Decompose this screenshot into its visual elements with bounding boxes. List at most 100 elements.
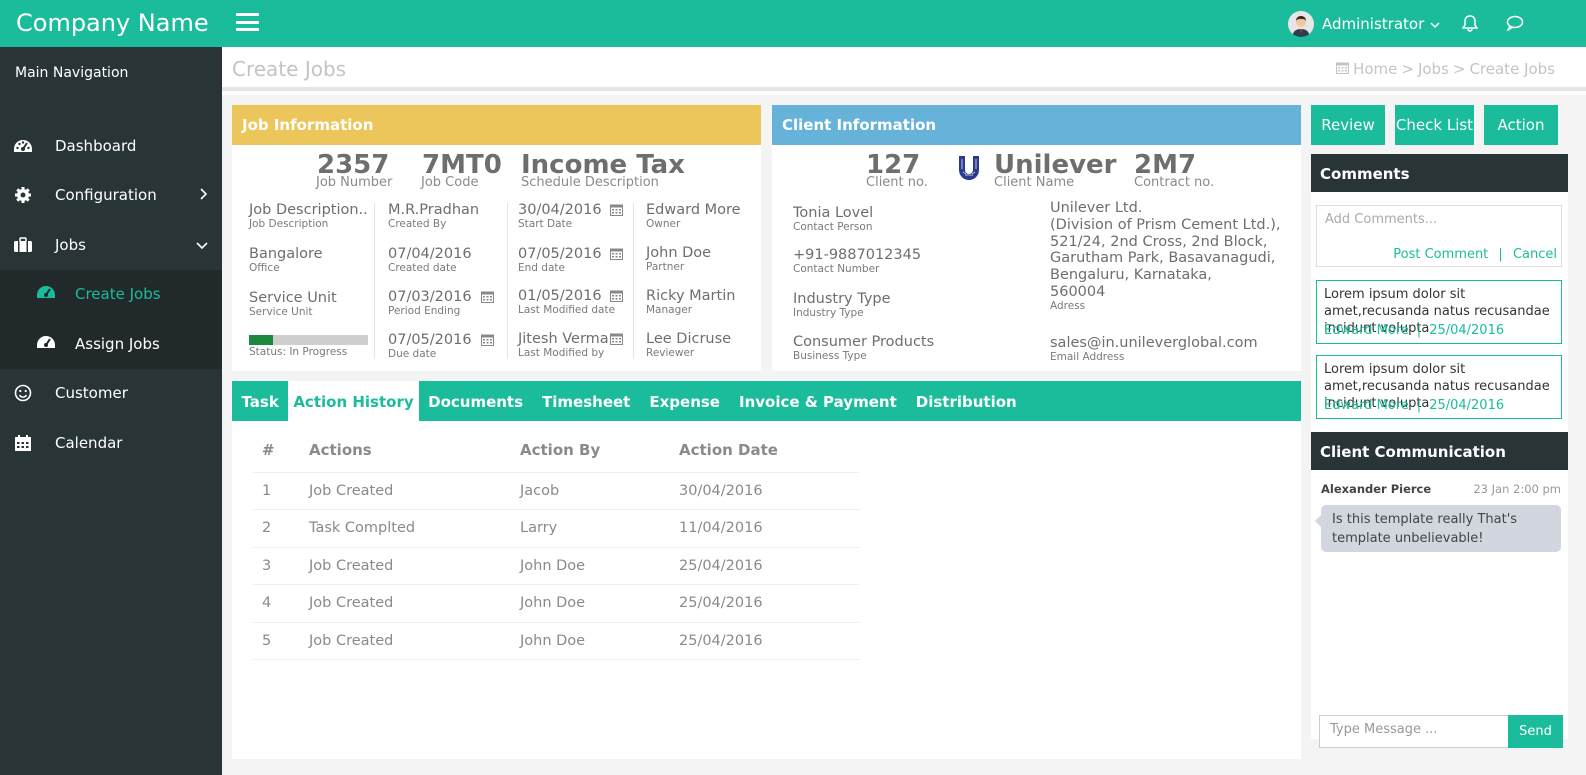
tab-action-history[interactable]: Action History — [288, 381, 419, 421]
chevron-right-icon — [200, 186, 208, 204]
contact-person-value: Tonia Lovel — [793, 205, 874, 221]
manager-value: Ricky Martin — [646, 288, 736, 304]
job-number-label: Job Number — [316, 175, 393, 190]
sidebar-item-label: Dashboard — [55, 136, 137, 155]
job-description-label: Job Description — [249, 218, 329, 230]
type-message-input[interactable]: Type Message ... — [1319, 715, 1509, 748]
comment-actions: Post Comment | Cancel — [1393, 247, 1557, 262]
add-comment-placeholder: Add Comments... — [1325, 212, 1438, 227]
row-action-by: Larry — [520, 509, 679, 548]
contact-person-label: Contact Person — [793, 221, 873, 233]
due-date-value[interactable]: 07/05/2016 — [388, 332, 472, 348]
column-divider — [374, 203, 375, 359]
jobs-submenu: Create Jobs Assign Jobs — [0, 269, 222, 369]
period-ending-value[interactable]: 07/03/2016 — [388, 289, 472, 305]
sidebar-item-create-jobs[interactable]: Create Jobs — [0, 270, 222, 320]
chevron-down-icon — [1430, 15, 1440, 33]
job-information-panel: Job Information 2357 Job Number 7MT0 Job… — [232, 105, 761, 371]
sidebar-sub-item-label: Create Jobs — [75, 285, 161, 304]
sidebar-item-customer[interactable]: Customer — [0, 369, 222, 419]
check-list-button[interactable]: Check List — [1395, 105, 1474, 145]
breadcrumb-jobs[interactable]: Jobs — [1418, 60, 1449, 78]
sidebar-item-calendar[interactable]: Calendar — [0, 418, 222, 468]
column-header-actions: Actions — [309, 429, 520, 473]
comment-card: Lorem ipsum dolor sit amet,recusanda nat… — [1316, 355, 1562, 419]
action-button[interactable]: Action — [1484, 105, 1558, 145]
comment-meta: Edward More | 25/04/2016 — [1324, 323, 1504, 338]
row-action-date: 25/04/2016 — [679, 547, 860, 585]
service-unit-label: Service Unit — [249, 306, 313, 318]
row-number: 4 — [253, 584, 309, 623]
schedule-description-label: Schedule Description — [521, 175, 659, 190]
page-title: Create Jobs — [232, 57, 347, 81]
end-date-value[interactable]: 07/05/2016 — [518, 246, 602, 262]
breadcrumb-separator: > — [1401, 60, 1414, 78]
menu-toggle-icon[interactable] — [236, 13, 259, 33]
tab-invoice-payment[interactable]: Invoice & Payment — [729, 381, 906, 421]
start-date-value[interactable]: 30/04/2016 — [518, 202, 602, 218]
job-description-value: Job Description.. — [249, 202, 368, 218]
column-header-number: # — [253, 429, 309, 473]
brand-name[interactable]: Company Name — [0, 0, 222, 47]
post-comment-link[interactable]: Post Comment — [1393, 247, 1488, 262]
email-value[interactable]: sales@in.unileverglobal.com — [1050, 335, 1258, 351]
row-action-by: John Doe — [520, 622, 679, 660]
comment-author[interactable]: Edward More — [1324, 323, 1409, 338]
calendar-icon[interactable] — [610, 203, 623, 216]
bell-icon[interactable] — [1461, 14, 1479, 36]
review-button[interactable]: Review — [1311, 105, 1385, 145]
add-comment-input[interactable]: Add Comments... Post Comment | Cancel — [1316, 205, 1562, 267]
tab-task[interactable]: Task — [232, 381, 288, 421]
main-navigation-heading: Main Navigation — [15, 65, 129, 81]
calendar-icon[interactable] — [481, 290, 494, 303]
sidebar-item-configuration[interactable]: Configuration — [0, 171, 222, 221]
comment-meta: Edward More | 25/04/2016 — [1324, 398, 1504, 413]
table-row: 3 Job Created John Doe 25/04/2016 — [253, 547, 860, 585]
calendar-icon[interactable] — [481, 333, 494, 346]
calendar-icon[interactable] — [610, 289, 623, 302]
action-history-panel: # Actions Action By Action Date 1 Job Cr… — [232, 421, 1301, 759]
address-line: 560004 — [1050, 283, 1106, 300]
send-button[interactable]: Send — [1508, 715, 1563, 748]
status-progress-bar — [249, 335, 368, 345]
last-modified-by-value: Jitesh Verma — [518, 331, 609, 347]
partner-label: Partner — [646, 261, 685, 273]
calendar-icon[interactable] — [610, 247, 623, 260]
tab-expense[interactable]: Expense — [640, 381, 730, 421]
chevron-down-icon — [196, 236, 208, 254]
client-number-label: Client no. — [866, 175, 928, 190]
row-number: 3 — [253, 547, 309, 585]
created-date-label: Created date — [388, 262, 457, 274]
breadcrumb-home[interactable]: Home — [1353, 60, 1397, 78]
office-value: Bangalore — [249, 246, 323, 262]
dashboard-icon — [13, 137, 33, 155]
cancel-link[interactable]: Cancel — [1513, 247, 1557, 262]
comment-meta-separator: | — [1416, 323, 1422, 338]
sidebar-item-dashboard[interactable]: Dashboard — [0, 121, 222, 171]
tab-timesheet[interactable]: Timesheet — [533, 381, 640, 421]
comment-author[interactable]: Edward More — [1324, 398, 1409, 413]
breadcrumb: Home > Jobs > Create Jobs — [1336, 60, 1555, 78]
column-divider — [507, 203, 508, 359]
calendar-icon[interactable] — [610, 332, 623, 345]
action-history-table: # Actions Action By Action Date 1 Job Cr… — [253, 429, 860, 660]
tab-distribution[interactable]: Distribution — [906, 381, 1026, 421]
user-menu[interactable]: Administrator — [1288, 10, 1440, 38]
created-by-value: M.R.Pradhan — [388, 202, 480, 218]
last-modified-date-value[interactable]: 01/05/2016 — [518, 288, 602, 304]
chat-icon[interactable] — [1506, 15, 1524, 35]
message-sender-name: Alexander Pierce — [1321, 482, 1432, 496]
created-by-label: Created By — [388, 218, 447, 230]
client-name-label: Client Name — [994, 175, 1075, 190]
sidebar-item-jobs[interactable]: Jobs — [0, 220, 222, 270]
comment-date: 25/04/2016 — [1429, 398, 1505, 413]
unilever-logo-icon — [957, 155, 981, 186]
last-modified-by-label: Last Modified by — [518, 347, 605, 359]
job-information-header: Job Information — [232, 105, 761, 145]
sidebar-item-assign-jobs[interactable]: Assign Jobs — [0, 319, 222, 369]
tab-documents[interactable]: Documents — [419, 381, 533, 421]
row-action-date: 11/04/2016 — [679, 509, 860, 548]
row-action: Job Created — [309, 584, 520, 623]
row-action-by: John Doe — [520, 584, 679, 623]
calendar-icon — [13, 434, 33, 452]
